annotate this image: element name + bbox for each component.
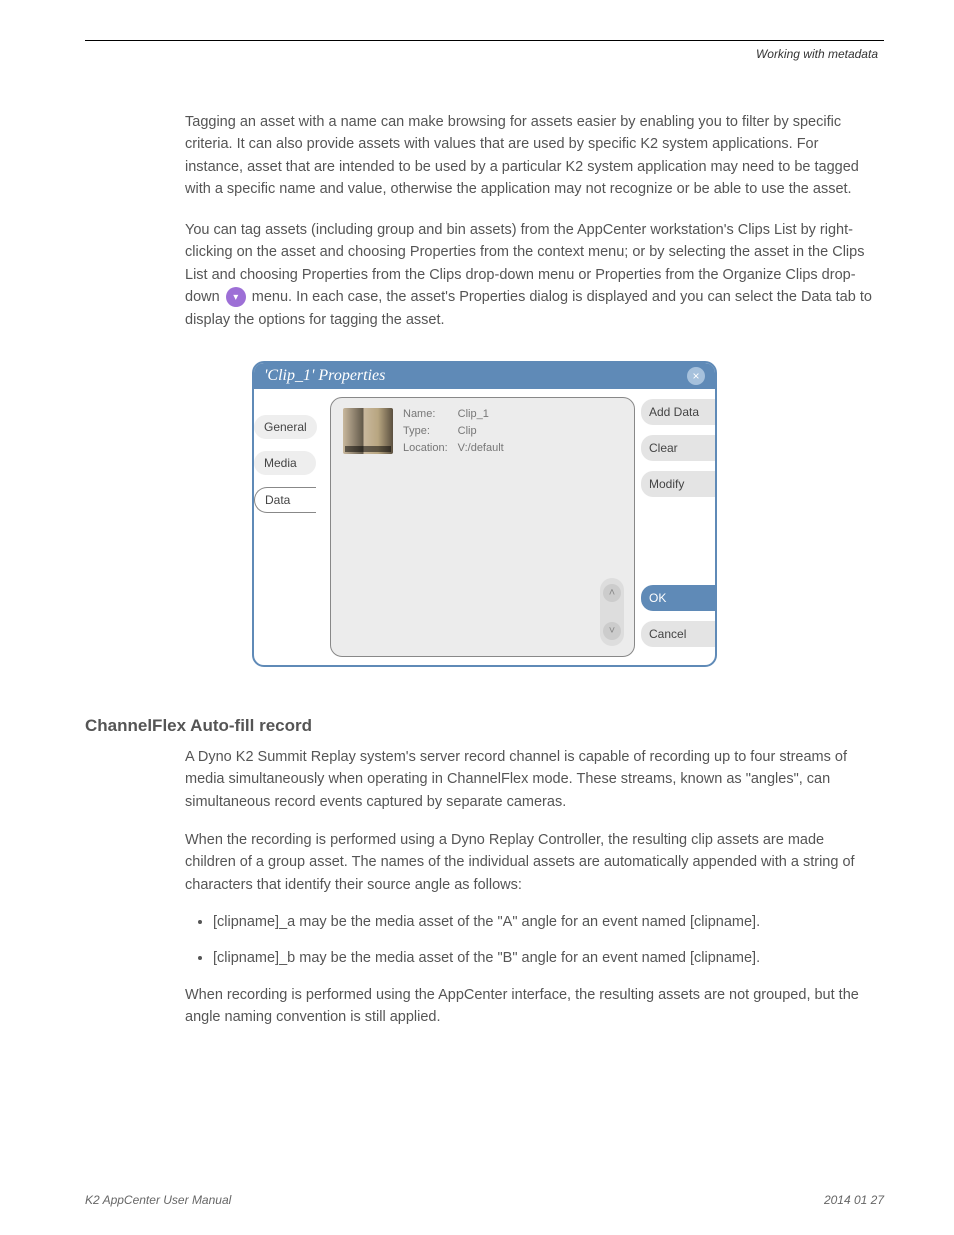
scroll-widget: ˄ ˅ bbox=[600, 578, 624, 646]
scroll-up-icon[interactable]: ˄ bbox=[603, 584, 621, 602]
dialog-title: 'Clip_1' Properties bbox=[264, 367, 385, 385]
dialog-titlebar: 'Clip_1' Properties × bbox=[254, 363, 715, 389]
section-p3: When recording is performed using the Ap… bbox=[185, 984, 874, 1029]
tab-general[interactable]: General bbox=[254, 415, 317, 439]
dialog-tabs: General Media Data bbox=[254, 397, 330, 657]
info-values: Clip_1 Clip V:/default bbox=[458, 408, 504, 454]
section-p2: When the recording is performed using a … bbox=[185, 829, 874, 896]
bullet-item: [clipname]_b may be the media asset of t… bbox=[213, 948, 874, 970]
dialog-actions: Add Data Clear Modify OK Cancel bbox=[641, 397, 715, 657]
clear-button[interactable]: Clear bbox=[641, 435, 717, 461]
bullet-list: [clipname]_a may be the media asset of t… bbox=[213, 912, 874, 970]
tab-data[interactable]: Data bbox=[254, 487, 316, 513]
bullet-item: [clipname]_a may be the media asset of t… bbox=[213, 912, 874, 934]
dialog-content-panel: Name: Type: Location: Clip_1 Clip V:/def… bbox=[330, 397, 635, 657]
modify-button[interactable]: Modify bbox=[641, 471, 717, 497]
intro-paragraph-1: Tagging an asset with a name can make br… bbox=[185, 111, 874, 201]
scroll-down-icon[interactable]: ˅ bbox=[603, 622, 621, 640]
footer-left: K2 AppCenter User Manual bbox=[85, 1193, 231, 1207]
header-divider bbox=[85, 40, 884, 41]
dropdown-marker-icon: ▾ bbox=[226, 287, 246, 307]
properties-dialog: 'Clip_1' Properties × General Media Data… bbox=[252, 361, 717, 667]
section-p1: A Dyno K2 Summit Replay system's server … bbox=[185, 746, 874, 813]
footer-right: 2014 01 27 bbox=[824, 1193, 884, 1207]
clip-thumbnail bbox=[343, 408, 393, 454]
cancel-button[interactable]: Cancel bbox=[641, 621, 717, 647]
ok-button[interactable]: OK bbox=[641, 585, 717, 611]
section-heading: ChannelFlex Auto-fill record bbox=[85, 713, 874, 739]
tab-media[interactable]: Media bbox=[254, 451, 316, 475]
intro-paragraph-2: You can tag assets (including group and … bbox=[185, 219, 874, 331]
info-labels: Name: Type: Location: bbox=[403, 408, 448, 454]
add-data-button[interactable]: Add Data bbox=[641, 399, 717, 425]
running-head: Working with metadata bbox=[85, 47, 884, 61]
close-icon[interactable]: × bbox=[687, 367, 705, 385]
